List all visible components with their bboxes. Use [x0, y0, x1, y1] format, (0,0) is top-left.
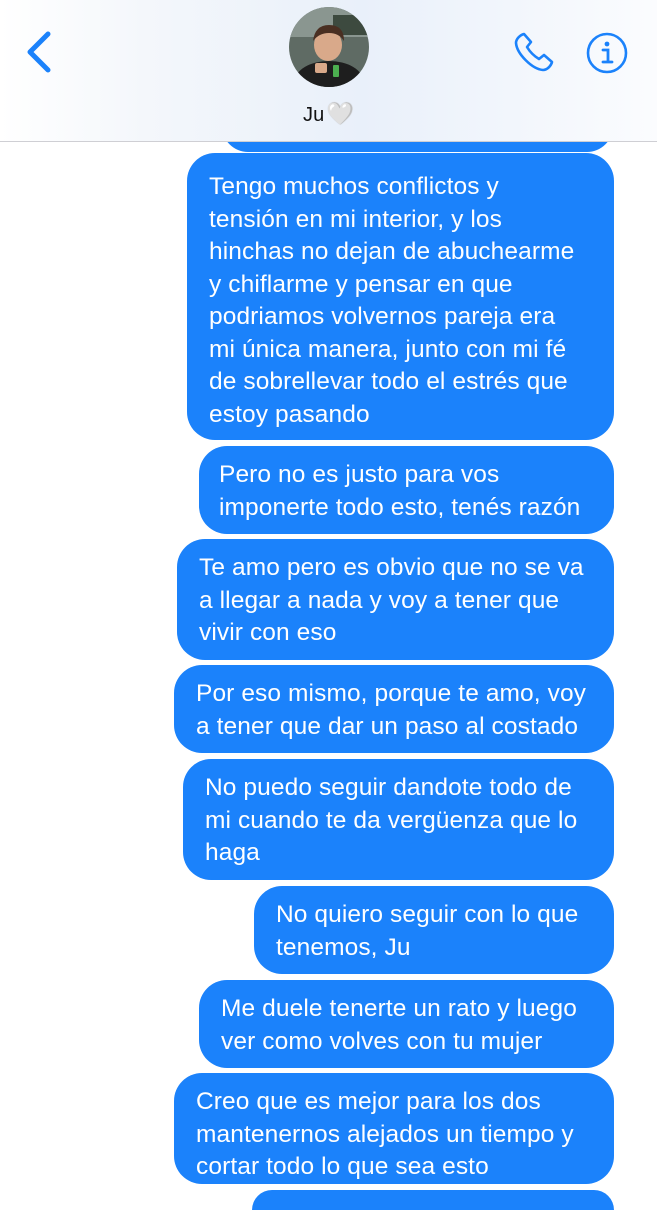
message-line: Me duele tenerte un rato y luego	[221, 995, 577, 1022]
message-line: No quiero seguir con lo que	[276, 901, 579, 928]
message-line: Pero no es justo para vos	[219, 461, 500, 488]
sent-message-bubble[interactable]: Por eso mismo, porque te amo, voy a tene…	[174, 665, 614, 753]
avatar-photo	[289, 7, 369, 87]
contact-name-row[interactable]: Ju🤍	[0, 101, 657, 127]
message-line: tenemos, Ju	[276, 933, 411, 961]
message-line: Por eso mismo, porque te amo, voy	[196, 680, 587, 707]
message-line: mi única manera, junto con mi fé	[209, 335, 567, 363]
message-line: imponerte todo esto, tenés razón	[219, 493, 581, 521]
message-line: hinchas no dejan de abuchearme	[209, 238, 575, 265]
phone-icon	[514, 32, 554, 72]
back-button[interactable]	[20, 28, 60, 76]
message-line: a llegar a nada y voy a tener que	[199, 586, 560, 614]
message-line: Creo que es mejor para los dos	[196, 1088, 541, 1115]
message-line: Tengo muchos conflictos y	[209, 173, 499, 200]
sent-message-bubble[interactable]: Tengo muchos conflictos y tensión en mi …	[187, 153, 614, 440]
message-line: cortar todo lo que sea esto	[196, 1153, 489, 1180]
message-line: tensión en mi interior, y los	[209, 205, 502, 233]
info-button[interactable]	[586, 32, 628, 74]
conversation-header: Ju🤍	[0, 0, 657, 142]
sent-message-bubble[interactable]: Pero no es justo para vos imponerte todo…	[199, 446, 614, 534]
sent-message-bubble[interactable]: Creo que es mejor para los dos mantenern…	[174, 1073, 614, 1184]
sent-message-bubble[interactable]: Te amo pero es obvio que no se va a lleg…	[177, 539, 614, 660]
sent-message-bubble[interactable]: Me duele tenerte un rato y luego ver com…	[199, 980, 614, 1068]
contact-avatar[interactable]	[289, 7, 369, 87]
next-message-bubble-fragment	[252, 1190, 614, 1210]
message-line: mantenernos alejados un tiempo y	[196, 1120, 574, 1148]
contact-name: Ju	[302, 104, 325, 126]
sent-message-bubble[interactable]: No quiero seguir con lo que tenemos, Ju	[254, 886, 614, 974]
message-line: de sobrellevar todo el estrés que	[209, 368, 568, 395]
info-icon	[586, 32, 628, 74]
message-line: mi cuando te da vergüenza que lo	[205, 806, 578, 834]
white-heart-emoji: 🤍	[326, 101, 355, 126]
message-line: vivir con eso	[199, 619, 337, 646]
message-line: ver como volves con tu mujer	[221, 1027, 543, 1055]
message-line: Te amo pero es obvio que no se va	[199, 554, 584, 581]
message-line: y chiflarme y pensar en que	[209, 270, 513, 298]
message-line: No puedo seguir dandote todo de	[205, 774, 572, 801]
message-line: haga	[205, 839, 260, 866]
message-line: estoy pasando	[209, 400, 370, 428]
call-button[interactable]	[510, 28, 558, 76]
sent-message-bubble[interactable]: No puedo seguir dandote todo de mi cuand…	[183, 759, 614, 880]
chevron-left-icon	[27, 31, 51, 73]
message-line: a tener que dar un paso al costado	[196, 712, 579, 740]
message-line: podriamos volvernos pareja era	[209, 303, 556, 330]
